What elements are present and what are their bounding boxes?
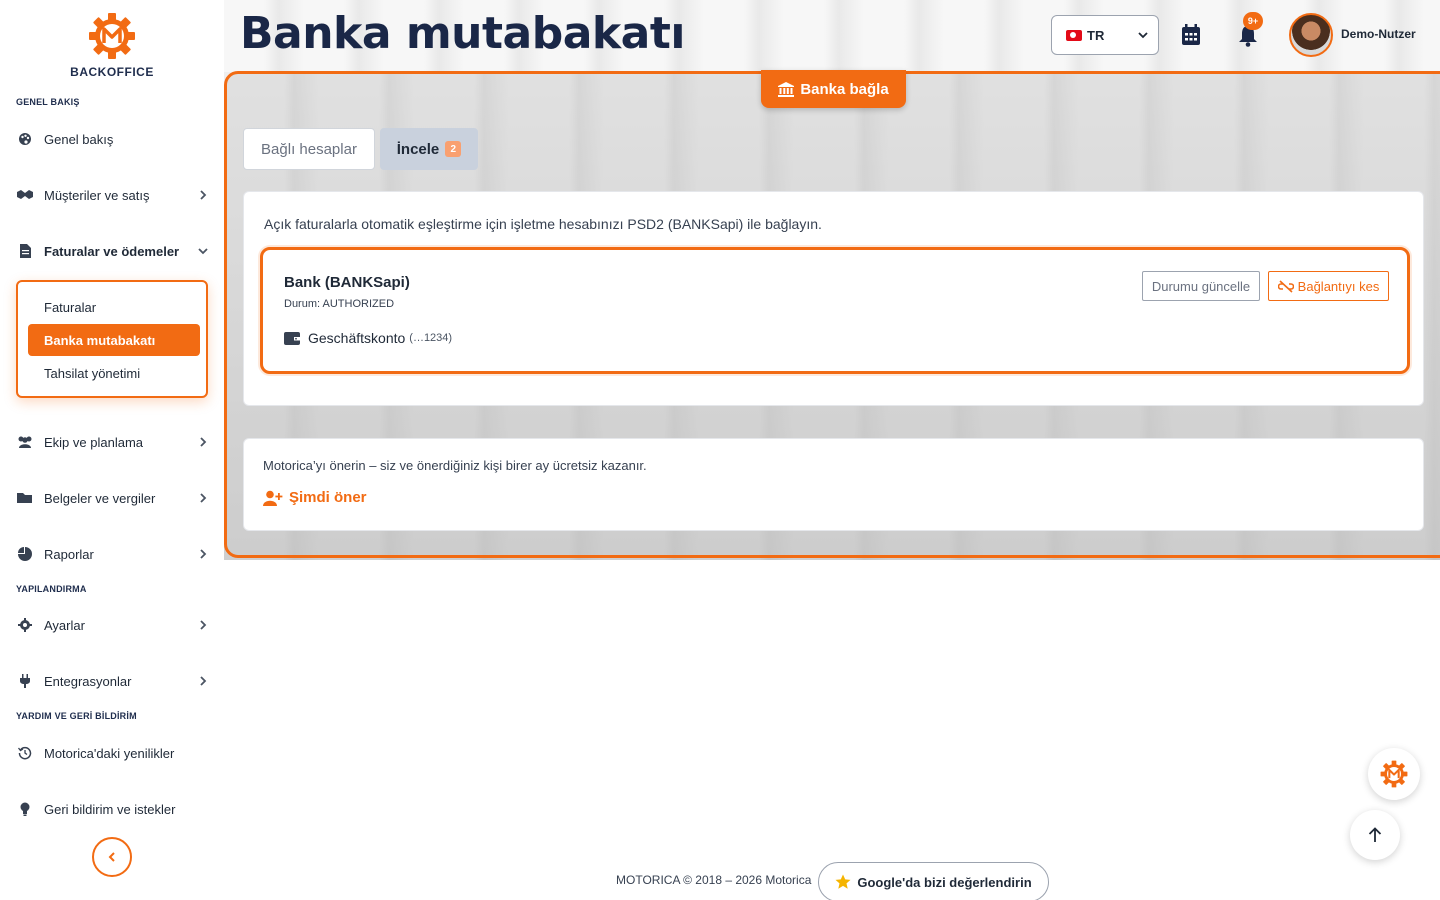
sidebar-item-label: Raporlar — [44, 546, 94, 562]
star-icon — [835, 874, 851, 889]
plug-icon — [16, 674, 34, 688]
wallet-icon — [284, 331, 300, 345]
language-select[interactable]: TR — [1051, 15, 1159, 55]
chevron-left-icon — [108, 852, 115, 862]
refresh-status-button[interactable]: Durumu güncelle — [1142, 271, 1260, 301]
bank-icon — [778, 81, 795, 97]
sidebar-item-integrations[interactable]: Entegrasyonlar — [16, 669, 208, 693]
user-plus-icon — [263, 490, 283, 506]
tab-label: Bağlı hesaplar — [261, 140, 357, 158]
sidebar-item-label: Geri bildirim ve istekler — [44, 801, 176, 817]
connect-bank-label: Banka bağla — [800, 80, 889, 98]
sidebar-item-documents[interactable]: Belgeler ve vergiler — [16, 486, 208, 510]
pie-chart-icon — [16, 547, 34, 561]
connected-accounts-card: Açık faturalarla otomatik eşleştirme içi… — [243, 191, 1424, 406]
sidebar-item-settings[interactable]: Ayarlar — [16, 613, 208, 637]
account-name: Geschäftskonto — [308, 330, 406, 346]
folder-icon — [16, 491, 34, 505]
disconnect-label: Bağlantıyı kes — [1297, 278, 1380, 294]
submenu-item-collections[interactable]: Tahsilat yönetimi — [28, 357, 200, 389]
chevron-right-icon — [200, 493, 207, 503]
refer-now-label: Şimdi öner — [289, 489, 367, 506]
unlink-icon — [1277, 279, 1294, 293]
chevron-right-icon — [200, 549, 207, 559]
referral-text: Motorica’yı önerin – siz ve önerdiğiniz … — [263, 458, 647, 473]
chevron-right-icon — [200, 620, 207, 630]
section-title-configuration: YAPILANDIRMA — [16, 584, 87, 594]
referral-card: Motorica’yı önerin – siz ve önerdiğiniz … — [243, 438, 1424, 531]
users-icon — [16, 435, 34, 449]
bank-status: Durum: AUTHORIZED — [284, 298, 395, 310]
language-label: TR — [1087, 27, 1105, 43]
logo-text: BACKOFFICE — [70, 65, 154, 79]
disconnect-button[interactable]: Bağlantıyı kes — [1268, 271, 1389, 301]
sidebar-item-label: Müşteriler ve satış — [44, 187, 150, 203]
sidebar-item-feedback[interactable]: Geri bildirim ve istekler — [16, 797, 208, 821]
motorica-logo-icon — [1380, 760, 1408, 788]
sidebar-item-invoices-payments[interactable]: Faturalar ve ödemeler — [16, 239, 208, 263]
account-suffix: (…1234) — [409, 332, 453, 344]
calendar-icon[interactable] — [1181, 24, 1203, 46]
section-title-overview: GENEL BAKIŞ — [16, 97, 80, 107]
invoice-icon — [16, 244, 34, 258]
sidebar-collapse-button[interactable] — [92, 837, 132, 877]
connect-bank-button[interactable]: Banka bağla — [761, 70, 906, 108]
chevron-down-icon — [198, 248, 208, 255]
sidebar-item-label: Motorica'daki yenilikler — [44, 745, 175, 761]
avatar[interactable] — [1289, 13, 1333, 57]
tab-label: İncele — [396, 140, 440, 158]
chevron-right-icon — [200, 676, 207, 686]
lightbulb-icon — [16, 802, 34, 816]
bank-title: Bank (BANKSapi) — [284, 274, 410, 291]
sidebar-item-team[interactable]: Ekip ve planlama — [16, 430, 208, 454]
chevron-right-icon — [200, 190, 207, 200]
gear-icon — [16, 618, 34, 632]
google-review-label: Google'da bizi değerlendirin — [857, 874, 1032, 890]
motorica-logo-icon[interactable] — [88, 12, 136, 60]
submenu-invoices: Faturalar Banka mutabakatı Tahsilat yöne… — [16, 280, 208, 398]
sidebar-item-label: Belgeler ve vergiler — [44, 490, 156, 506]
sidebar: BACKOFFICE GENEL BAKIŞ Genel bakış Müşte… — [0, 0, 224, 900]
user-name[interactable]: Demo-Nutzer — [1341, 27, 1416, 41]
sidebar-item-label: Genel bakış — [44, 131, 114, 147]
intro-text: Açık faturalarla otomatik eşleştirme içi… — [264, 216, 822, 232]
bank-connection-box: Bank (BANKSapi) Durum: AUTHORIZED Geschä… — [260, 247, 1410, 374]
sidebar-item-label: Entegrasyonlar — [44, 673, 132, 689]
turkey-flag-icon — [1066, 29, 1082, 41]
sidebar-item-label: Ekip ve planlama — [44, 434, 143, 450]
tab-review[interactable]: İncele 2 — [380, 128, 478, 170]
footer-copyright: MOTORICA © 2018 – 2026 Motorica — [616, 873, 812, 887]
sidebar-item-customers[interactable]: Müşteriler ve satış — [16, 183, 208, 207]
notification-badge: 9+ — [1243, 12, 1263, 30]
page-title: Banka mutabakatı — [240, 8, 685, 59]
sidebar-item-whats-new[interactable]: Motorica'daki yenilikler — [16, 741, 208, 765]
history-icon — [16, 746, 34, 760]
tab-connected-accounts[interactable]: Bağlı hesaplar — [243, 128, 375, 170]
refer-now-link[interactable]: Şimdi öner — [263, 489, 367, 506]
motorica-assistant-button[interactable] — [1368, 748, 1420, 800]
handshake-icon — [16, 188, 34, 202]
account-row[interactable]: Geschäftskonto (…1234) — [284, 330, 452, 346]
arrow-up-icon — [1368, 827, 1382, 842]
chevron-right-icon — [200, 437, 207, 447]
sidebar-item-label: Faturalar ve ödemeler — [44, 243, 180, 259]
sidebar-item-overview[interactable]: Genel bakış — [16, 127, 208, 151]
sidebar-item-reports[interactable]: Raporlar — [16, 542, 208, 566]
google-review-button[interactable]: Google'da bizi değerlendirin — [818, 862, 1049, 900]
sidebar-item-label: Ayarlar — [44, 617, 85, 633]
scroll-to-top-button[interactable] — [1350, 810, 1400, 860]
review-count-badge: 2 — [445, 141, 462, 157]
submenu-item-bank-reconciliation[interactable]: Banka mutabakatı — [28, 324, 200, 356]
palette-icon — [16, 132, 34, 146]
chevron-down-icon — [1138, 32, 1148, 39]
section-title-help: YARDIM VE GERİ BİLDİRİM — [16, 711, 137, 721]
submenu-item-invoices[interactable]: Faturalar — [28, 291, 200, 323]
